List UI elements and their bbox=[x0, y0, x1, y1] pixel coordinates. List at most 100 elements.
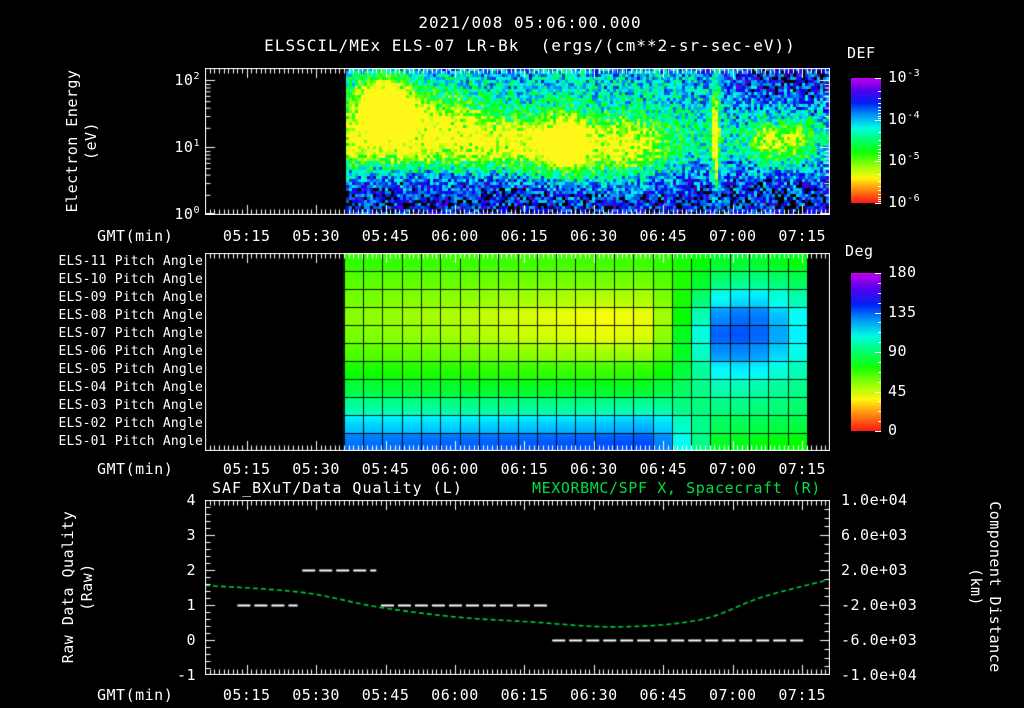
row-label-els-11: ELS-11 Pitch Angle bbox=[58, 254, 203, 269]
def-cbar-tickmark bbox=[875, 161, 881, 163]
def-cbar-minor-tickmark bbox=[878, 186, 881, 188]
distance-ytick-5: -1.0e+04 bbox=[841, 666, 918, 684]
gmt-label-middle: GMT(min) bbox=[97, 460, 174, 478]
def-cbar-minor-tickmark bbox=[878, 103, 881, 105]
deg-cbar-minor-tickmark bbox=[878, 421, 881, 423]
x-tick-label-0515-row0: 05:15 bbox=[222, 227, 271, 245]
def-cbar-tick-1e-5: 10-5 bbox=[888, 151, 921, 170]
spectrogram-y-axis-label: Electron Energy (eV) bbox=[63, 69, 100, 213]
deg-cbar-minor-tickmark bbox=[878, 282, 881, 284]
def-cbar-minor-tickmark bbox=[878, 113, 881, 115]
deg-cbar-tickmark bbox=[875, 391, 881, 393]
deg-cbar-tickmark bbox=[875, 273, 881, 274]
distance-ytick-4: -6.0e+03 bbox=[841, 631, 918, 649]
def-cbar-minor-tickmark bbox=[878, 159, 881, 161]
x-tick-label-0700-row2: 07:00 bbox=[708, 686, 757, 704]
quality-ytick-4: 4 bbox=[186, 491, 196, 509]
electron-energy-spectrogram-canvas bbox=[205, 68, 830, 215]
def-cbar-minor-tickmark bbox=[878, 196, 881, 198]
def-cbar-tickmark bbox=[875, 78, 881, 79]
x-tick-label-0700-row1: 07:00 bbox=[708, 460, 757, 478]
deg-cbar-minor-tickmark bbox=[878, 302, 881, 304]
x-tick-label-0615-row0: 06:15 bbox=[500, 227, 549, 245]
quality-ytick--1: -1 bbox=[176, 666, 196, 684]
row-label-els-04: ELS-04 Pitch Angle bbox=[58, 380, 203, 395]
deg-cbar-minor-tickmark bbox=[878, 401, 881, 403]
def-cbar-minor-tickmark bbox=[878, 117, 881, 119]
deg-cbar-minor-tickmark bbox=[878, 371, 881, 373]
def-cbar-minor-tickmark bbox=[878, 139, 881, 141]
def-cbar-minor-tickmark bbox=[878, 193, 881, 195]
x-tick-label-0600-row0: 06:00 bbox=[431, 227, 479, 245]
x-tick-label-0645-row0: 06:45 bbox=[639, 227, 688, 245]
quality-ytick-1: 1 bbox=[186, 596, 196, 614]
def-cbar-tick-1e-3: 10-3 bbox=[888, 68, 921, 86]
x-tick-label-0515-row2: 05:15 bbox=[222, 686, 271, 704]
distance-ytick-1: 6.0e+03 bbox=[841, 526, 908, 544]
distance-ytick-2: 2.0e+03 bbox=[841, 561, 908, 579]
def-cbar-minor-tickmark bbox=[878, 148, 881, 150]
x-tick-label-0615-row2: 06:15 bbox=[500, 686, 549, 704]
x-tick-label-0630-row2: 06:30 bbox=[570, 686, 618, 704]
def-cbar-minor-tickmark bbox=[878, 90, 881, 92]
def-cbar-minor-tickmark bbox=[878, 173, 881, 175]
spec-ytick-1e2: 102 bbox=[174, 71, 200, 89]
x-tick-label-0530-row2: 05:30 bbox=[292, 686, 340, 704]
gmt-label-bottom: GMT(min) bbox=[97, 686, 174, 704]
quality-ytick-3: 3 bbox=[186, 526, 196, 544]
quality-y-axis-label: Raw Data Quality (Raw) bbox=[59, 510, 96, 664]
x-tick-label-0645-row1: 06:45 bbox=[639, 460, 688, 478]
deg-colorbar-title: Deg bbox=[845, 242, 874, 260]
deg-cbar-tick-135: 135 bbox=[888, 302, 917, 321]
deg-cbar-minor-tickmark bbox=[878, 361, 881, 363]
def-colorbar-title: DEF bbox=[847, 44, 876, 62]
def-colorbar bbox=[851, 78, 881, 203]
def-cbar-minor-tickmark bbox=[878, 107, 881, 109]
x-tick-label-0615-row1: 06:15 bbox=[500, 460, 549, 478]
deg-cbar-tick-0: 0 bbox=[888, 421, 898, 439]
deg-cbar-minor-tickmark bbox=[878, 411, 881, 413]
def-cbar-minor-tickmark bbox=[878, 201, 881, 203]
distance-y-axis-label: Component Distance (km) bbox=[967, 501, 1004, 673]
distance-ytick-0: 1.0e+04 bbox=[841, 491, 908, 509]
x-tick-label-0700-row0: 07:00 bbox=[708, 227, 757, 245]
x-tick-label-0530-row0: 05:30 bbox=[292, 227, 340, 245]
row-label-els-09: ELS-09 Pitch Angle bbox=[58, 290, 203, 305]
def-cbar-minor-tickmark bbox=[878, 144, 881, 146]
x-tick-label-0645-row2: 06:45 bbox=[639, 686, 688, 704]
gmt-label-top: GMT(min) bbox=[97, 227, 174, 245]
deg-cbar-minor-tickmark bbox=[878, 292, 881, 294]
row-label-els-02: ELS-02 Pitch Angle bbox=[58, 416, 203, 431]
deg-cbar-minor-tickmark bbox=[878, 381, 881, 383]
deg-cbar-tickmark bbox=[875, 352, 881, 353]
def-cbar-tickmark bbox=[875, 203, 881, 204]
def-cbar-minor-tickmark bbox=[878, 97, 881, 99]
deg-cbar-tickmark bbox=[875, 312, 881, 314]
x-tick-label-0630-row0: 06:30 bbox=[570, 227, 618, 245]
def-cbar-minor-tickmark bbox=[878, 181, 881, 183]
x-tick-label-0545-row2: 05:45 bbox=[361, 686, 410, 704]
page-title: 2021/008 05:06:00.000 bbox=[418, 13, 642, 32]
x-tick-label-0715-row2: 07:15 bbox=[778, 686, 827, 704]
def-cbar-minor-tickmark bbox=[878, 154, 881, 156]
x-tick-label-0600-row1: 06:00 bbox=[431, 460, 479, 478]
def-cbar-minor-tickmark bbox=[878, 110, 881, 112]
bottom-right-series-title: MEXORBMC/SPF X, Spacecraft (R) bbox=[532, 479, 821, 497]
def-cbar-minor-tickmark bbox=[878, 190, 881, 192]
x-tick-label-0715-row0: 07:15 bbox=[778, 227, 827, 245]
spec-ytick-1e0: 100 bbox=[174, 205, 200, 223]
x-tick-label-0515-row1: 05:15 bbox=[222, 460, 271, 478]
def-cbar-tick-1e-6: 10-6 bbox=[888, 193, 921, 211]
plot-subtitle: ELSSCIL/MEx ELS-07 LR-Bk (ergs/(cm**2-sr… bbox=[264, 36, 796, 55]
row-label-els-08: ELS-08 Pitch Angle bbox=[58, 308, 203, 323]
row-label-els-10: ELS-10 Pitch Angle bbox=[58, 272, 203, 287]
x-tick-label-0630-row1: 06:30 bbox=[570, 460, 618, 478]
deg-cbar-minor-tickmark bbox=[878, 342, 881, 344]
def-cbar-minor-tickmark bbox=[878, 198, 881, 200]
row-label-els-01: ELS-01 Pitch Angle bbox=[58, 434, 203, 449]
pitch-angle-panel-canvas bbox=[205, 253, 830, 451]
bottom-left-series-title: SAF_BXuT/Data Quality (L) bbox=[212, 479, 463, 497]
def-cbar-minor-tickmark bbox=[878, 115, 881, 117]
row-label-els-06: ELS-06 Pitch Angle bbox=[58, 344, 203, 359]
def-cbar-minor-tickmark bbox=[878, 152, 881, 154]
